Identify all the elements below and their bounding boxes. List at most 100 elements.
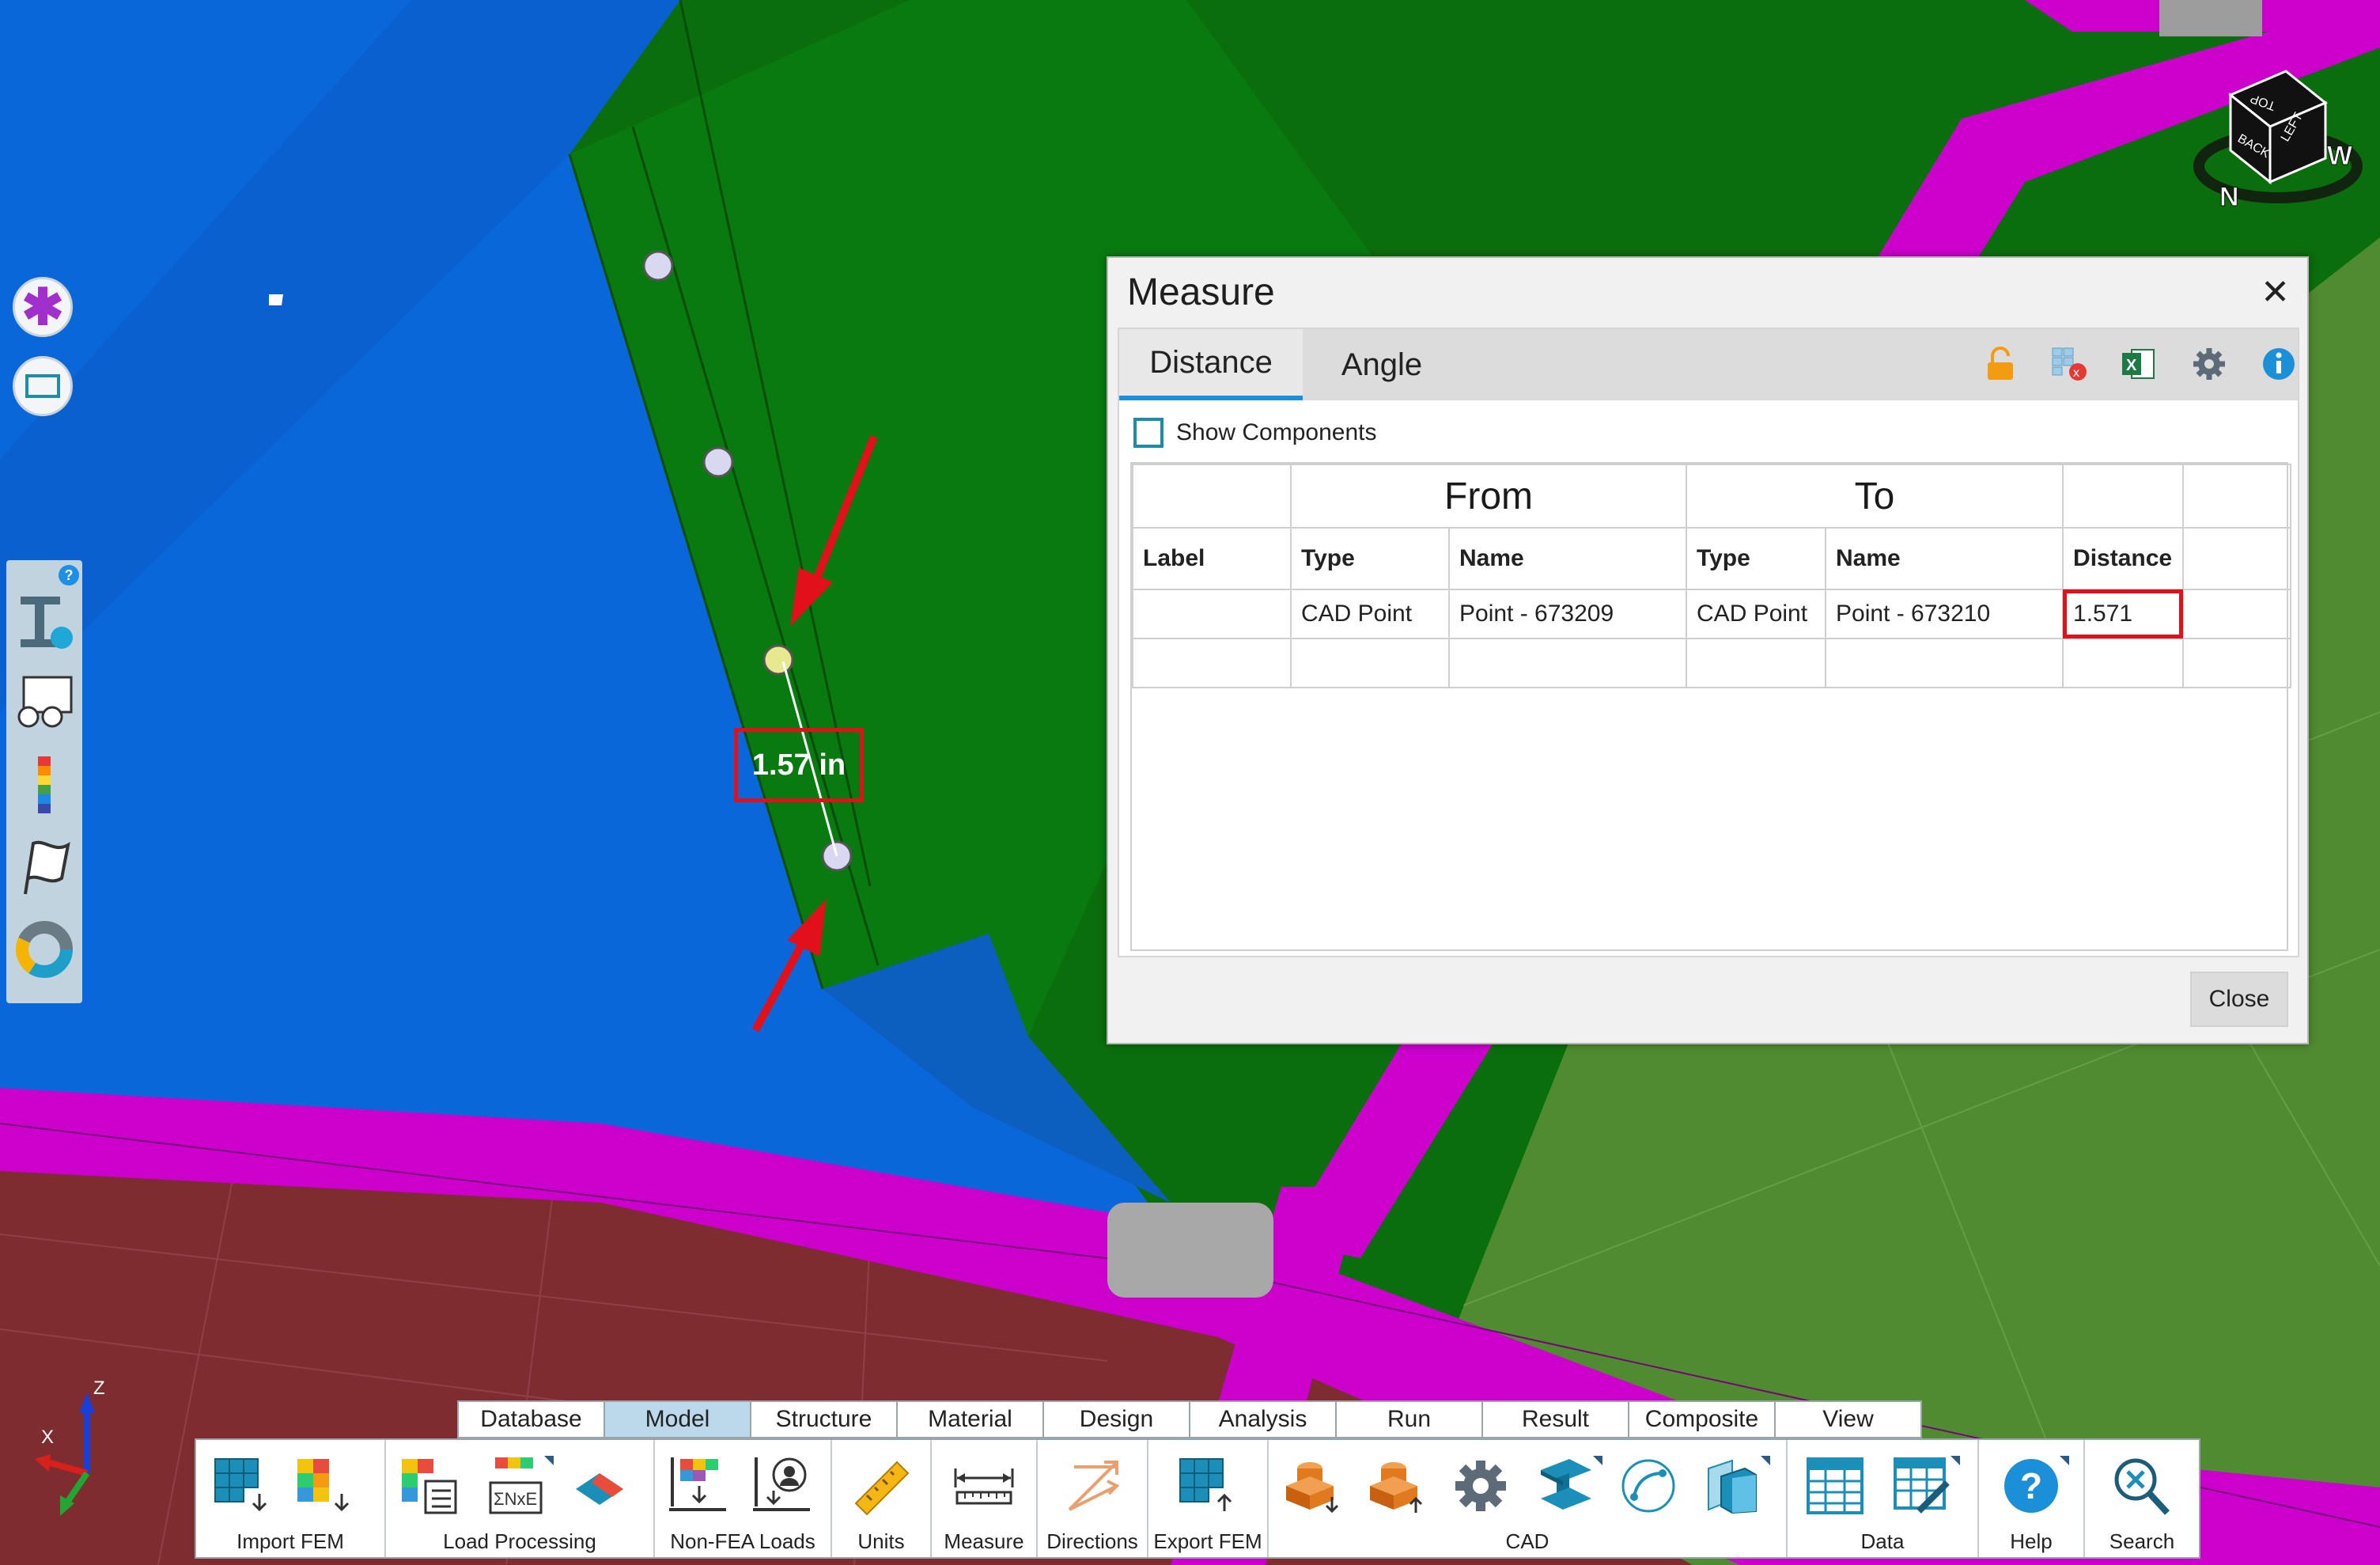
glasses-window-icon xyxy=(17,676,73,728)
beam-tool-button[interactable] xyxy=(6,579,82,661)
column-header-to-type[interactable]: Type xyxy=(1686,527,1827,590)
group-label-export-fem: Export FEM xyxy=(1153,1529,1262,1553)
unlock-icon[interactable] xyxy=(1980,343,2021,385)
group-label-units: Units xyxy=(857,1529,905,1553)
tab-distance[interactable]: Distance xyxy=(1119,329,1303,400)
help-icon[interactable]: ? xyxy=(59,565,79,585)
search-icon xyxy=(2114,1458,2170,1515)
tab-material[interactable]: Material xyxy=(896,1400,1044,1438)
table-row[interactable]: CAD Point Point - 673209 CAD Point Point… xyxy=(1132,589,2292,639)
tab-analysis[interactable]: Analysis xyxy=(1189,1400,1337,1438)
svg-text:ΣNxE: ΣNxE xyxy=(494,1489,537,1509)
cad-beam-button[interactable] xyxy=(1530,1451,1602,1521)
close-icon[interactable]: ✕ xyxy=(2261,272,2290,313)
snap-mode-button[interactable]: ✱ xyxy=(13,277,73,337)
help-button[interactable]: ? xyxy=(1996,1451,2069,1521)
load-map-button[interactable] xyxy=(565,1451,634,1521)
excel-export-icon[interactable]: X xyxy=(2117,343,2159,385)
cad-export-button[interactable] xyxy=(1362,1451,1432,1521)
cell-distance[interactable]: 1.571 xyxy=(2062,589,2185,639)
asterisk-icon: ✱ xyxy=(21,279,64,335)
import-mesh-button[interactable] xyxy=(207,1451,277,1521)
legend-button[interactable] xyxy=(6,744,82,826)
cell-label[interactable] xyxy=(1132,589,1292,639)
cell-to-type[interactable]: CAD Point xyxy=(1686,589,1827,639)
show-components-checkbox[interactable] xyxy=(1133,418,1164,448)
column-header-label[interactable]: Label xyxy=(1132,527,1292,590)
import-results-button[interactable] xyxy=(289,1451,359,1521)
column-header-from-name[interactable]: Name xyxy=(1447,527,1688,590)
column-header-distance[interactable]: Distance xyxy=(2062,527,2185,590)
tab-database[interactable]: Database xyxy=(457,1400,605,1438)
flag-button[interactable] xyxy=(6,826,82,908)
group-label-load-processing: Load Processing xyxy=(443,1529,596,1553)
cad-curve-button[interactable] xyxy=(1614,1451,1683,1521)
cad-surface-button[interactable] xyxy=(1697,1451,1770,1521)
column-header-to-name[interactable]: Name xyxy=(1825,527,2064,590)
data-table-button[interactable] xyxy=(1800,1451,1870,1521)
load-list-button[interactable] xyxy=(394,1451,464,1521)
donut-chart-button[interactable] xyxy=(6,908,82,991)
cell-to-name[interactable]: Point - 673210 xyxy=(1825,589,2064,639)
group-export-fem: Export FEM xyxy=(1148,1440,1269,1557)
search-button[interactable] xyxy=(2106,1451,2175,1521)
group-label-help: Help xyxy=(2010,1529,2053,1553)
clear-table-icon[interactable]: x xyxy=(2049,343,2091,385)
cad-settings-button[interactable] xyxy=(1446,1451,1515,1521)
data-edit-button[interactable] xyxy=(1887,1451,1960,1521)
user-loads-button[interactable] xyxy=(747,1451,816,1521)
svg-text:?: ? xyxy=(2020,1465,2042,1506)
measure-tabbar: Distance Angle x X xyxy=(1119,329,2298,400)
units-button[interactable] xyxy=(848,1451,918,1521)
tab-composite[interactable]: Composite xyxy=(1628,1400,1776,1438)
tab-result[interactable]: Result xyxy=(1481,1400,1629,1438)
gear-icon xyxy=(1455,1461,1506,1511)
load-sum-button[interactable]: ΣNxE xyxy=(481,1451,554,1521)
view-cube[interactable]: TOP BACK LEFT N W xyxy=(2183,47,2373,229)
group-label-search: Search xyxy=(2109,1529,2175,1553)
axis-x-label: X xyxy=(41,1427,54,1448)
question-mark-icon: ? xyxy=(2004,1459,2058,1513)
tab-design[interactable]: Design xyxy=(1042,1400,1190,1438)
close-button[interactable]: Close xyxy=(2190,972,2288,1027)
measure-tape-icon xyxy=(954,1468,1014,1505)
surface-icon xyxy=(1708,1459,1757,1514)
ruler-icon xyxy=(854,1461,910,1516)
info-icon[interactable] xyxy=(2258,343,2299,385)
tab-structure[interactable]: Structure xyxy=(750,1400,898,1438)
cell-from-type[interactable]: CAD Point xyxy=(1290,589,1450,639)
non-fea-loads-button[interactable] xyxy=(663,1451,732,1521)
box-select-button[interactable] xyxy=(13,356,73,416)
diamond-map-icon xyxy=(576,1473,623,1505)
axis-triad: Z X xyxy=(32,1377,127,1519)
group-directions: Directions xyxy=(1038,1440,1148,1557)
export-fem-button[interactable] xyxy=(1172,1451,1242,1521)
dialog-title: Measure xyxy=(1127,271,1275,313)
group-search: Search xyxy=(2085,1440,2199,1557)
table-row-empty[interactable] xyxy=(1132,638,2292,688)
left-toolbar: ? xyxy=(6,560,82,1003)
show-components-label: Show Components xyxy=(1176,419,1377,445)
donut-chart-icon xyxy=(16,921,73,978)
measure-button[interactable] xyxy=(949,1451,1019,1521)
tab-view[interactable]: View xyxy=(1774,1400,1922,1438)
column-header-from-type[interactable]: Type xyxy=(1290,527,1450,590)
view-window-button[interactable] xyxy=(6,661,82,744)
tab-angle[interactable]: Angle xyxy=(1303,329,1461,400)
cell-from-name[interactable]: Point - 673209 xyxy=(1447,589,1688,639)
directions-icon xyxy=(1068,1461,1120,1511)
measure-grid: From To Label Type Name Type Name Distan… xyxy=(1130,462,2292,951)
tab-run[interactable]: Run xyxy=(1335,1400,1483,1438)
dialog-body: Distance Angle x X Show Components From … xyxy=(1118,328,2299,957)
mesh-export-icon xyxy=(1179,1458,1232,1511)
group-measure: Measure xyxy=(932,1440,1038,1557)
load-list-icon xyxy=(402,1459,457,1514)
group-import-fem: Import FEM xyxy=(196,1440,386,1557)
rectangle-icon xyxy=(25,374,60,398)
settings-gear-icon[interactable] xyxy=(2189,343,2230,385)
cad-import-button[interactable] xyxy=(1278,1451,1348,1521)
data-edit-icon xyxy=(1894,1457,1950,1514)
directions-button[interactable] xyxy=(1058,1451,1128,1521)
measure-dialog: Measure ✕ Distance Angle x X Show Compon… xyxy=(1107,256,2309,1044)
tab-model[interactable]: Model xyxy=(604,1400,751,1438)
